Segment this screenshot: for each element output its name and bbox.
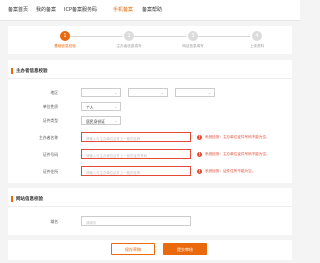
chevron-down-icon: ⌄ xyxy=(161,90,164,95)
website-section-title: 网站信息校验 xyxy=(11,196,43,202)
step-4-circle: 4 xyxy=(252,31,262,41)
chevron-down-icon: ⌄ xyxy=(208,90,211,95)
sponsor-name-placeholder: 请输入与主办单位证件上一致的名称 xyxy=(86,136,141,141)
domain-label: 域名 xyxy=(50,219,58,224)
save-draft-button[interactable]: 保存草稿 xyxy=(111,243,155,255)
step-3-label: 网站信息填写 xyxy=(182,44,204,48)
nav-item-my-filing[interactable]: 我的备案 xyxy=(36,6,56,13)
id-address-input[interactable]: 请输入与主办单位证件上一致的住所 xyxy=(81,166,191,176)
region-label: 地区 xyxy=(50,90,58,95)
chevron-down-icon: ⌄ xyxy=(114,104,117,109)
chevron-down-icon: ⌄ xyxy=(114,118,117,123)
error-icon: ! xyxy=(197,168,202,174)
action-bar: 保存草稿 提交审核 xyxy=(8,240,292,260)
chevron-down-icon: ⌄ xyxy=(114,90,117,95)
domain-input[interactable]: 请填写 xyxy=(81,216,191,226)
top-navigation: 备案首页 我的备案 ICP备案服务码 手机备案 备案帮助 xyxy=(0,0,300,21)
nature-select[interactable]: 个人 ⌄ xyxy=(81,102,121,111)
error-icon: ! xyxy=(197,151,202,157)
website-info-card: 网站信息校验 域名 请填写 xyxy=(8,188,292,235)
city-select[interactable]: ⌄ xyxy=(128,88,168,97)
step-1-circle: 1 xyxy=(60,31,70,41)
nature-value: 个人 xyxy=(86,105,94,110)
id-type-value: 居民身份证 xyxy=(86,119,105,124)
nav-item-home[interactable]: 备案首页 xyxy=(8,6,28,13)
step-connector xyxy=(70,36,122,37)
divider xyxy=(8,78,292,79)
nav-item-mobile-filing[interactable]: 手机备案 xyxy=(113,6,133,13)
step-4-label: 上传资料 xyxy=(249,44,265,48)
step-2-circle: 2 xyxy=(124,31,134,41)
district-select[interactable]: ⌄ xyxy=(175,88,215,97)
id-type-select[interactable]: 居民身份证 ⌄ xyxy=(81,116,121,125)
id-type-label: 证件类型 xyxy=(42,118,58,123)
id-address-label: 证件住所 xyxy=(42,169,58,174)
nav-item-icp-code[interactable]: ICP备案服务码 xyxy=(64,6,97,13)
sponsor-name-label: 主办者名称 xyxy=(39,135,58,140)
step-indicator: 1 2 3 4 基础信息校验 主办者信息填写 网站信息填写 上传资料 xyxy=(8,26,292,54)
domain-placeholder: 请填写 xyxy=(86,220,97,225)
id-address-placeholder: 请输入与主办单位证件上一致的住所 xyxy=(86,170,141,175)
nav-item-help[interactable]: 备案帮助 xyxy=(142,6,162,13)
sponsor-info-card: 主办者信息校验 地区 ⌄ ⌄ ⌄ 单位性质 个人 ⌄ 证件类型 居民身份证 ⌄ … xyxy=(8,60,292,183)
sponsor-name-error: 系统检测：主办单位证件号码不能为空。 xyxy=(205,135,270,139)
error-icon: ! xyxy=(197,134,202,140)
step-3-circle: 3 xyxy=(188,31,198,41)
id-number-error: 系统检测：主办单位证件号码不能为空。 xyxy=(205,152,270,156)
id-number-label: 证件号码 xyxy=(42,152,58,157)
step-connector xyxy=(198,36,250,37)
id-address-error: 系统检测：证件住所不能为空。 xyxy=(205,169,256,173)
id-number-placeholder: 请输入与主办单位证件上一致的证件号码 xyxy=(86,153,148,158)
step-2-label: 主办者信息填写 xyxy=(116,44,142,48)
submit-review-button[interactable]: 提交审核 xyxy=(163,243,207,255)
divider xyxy=(8,206,292,207)
id-number-input[interactable]: 请输入与主办单位证件上一致的证件号码 xyxy=(81,149,191,159)
step-connector xyxy=(134,36,186,37)
sponsor-name-input[interactable]: 请输入与主办单位证件上一致的名称 xyxy=(81,132,191,142)
province-select[interactable]: ⌄ xyxy=(81,88,121,97)
step-1-label: 基础信息校验 xyxy=(54,44,76,48)
nature-label: 单位性质 xyxy=(42,104,58,109)
sponsor-section-title: 主办者信息校验 xyxy=(11,68,48,74)
